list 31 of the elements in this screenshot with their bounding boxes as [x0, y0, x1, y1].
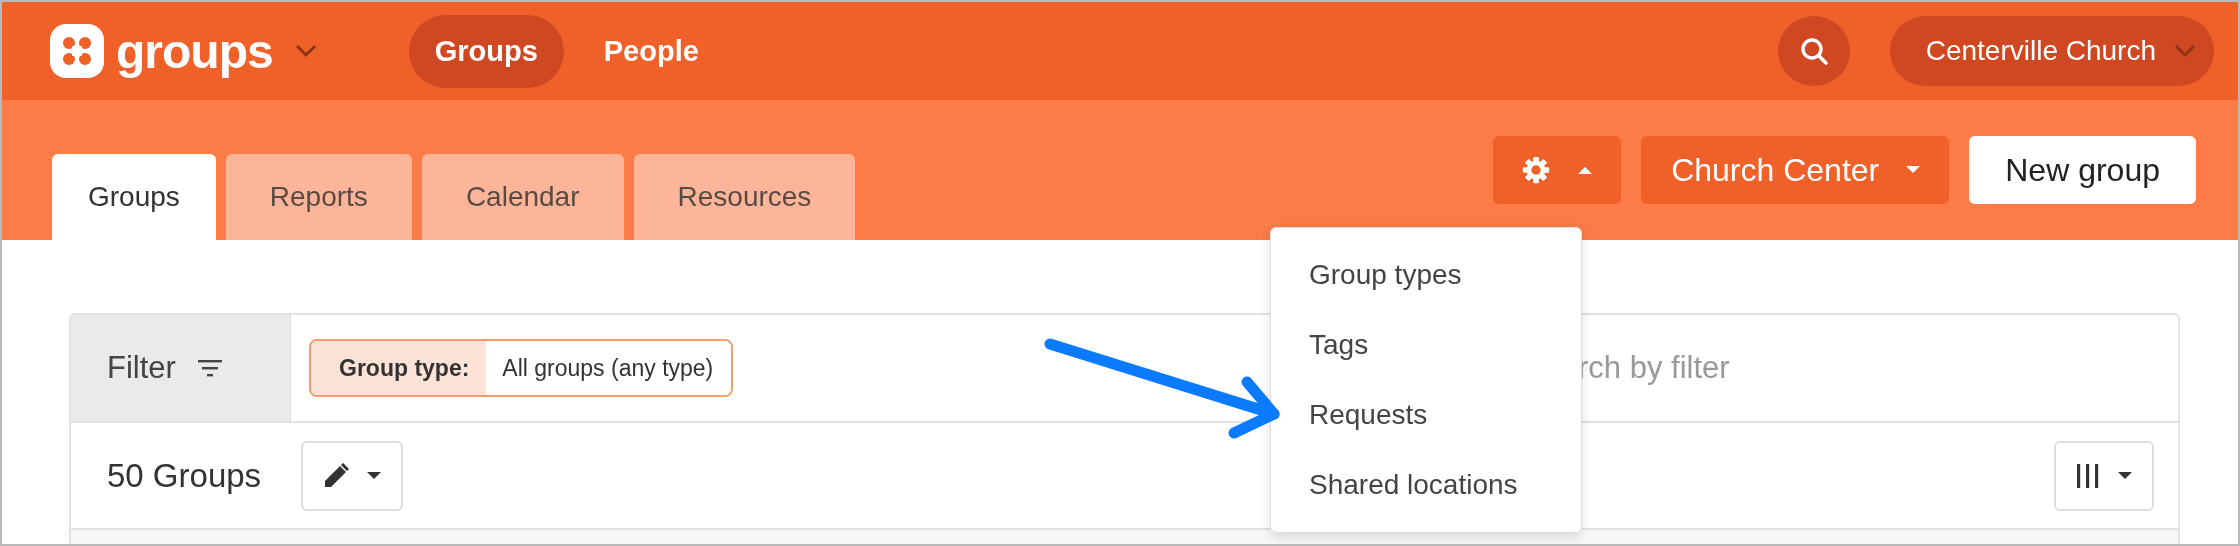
chevron-down-icon[interactable]: [294, 44, 317, 58]
caret-down-icon: [2118, 471, 2132, 480]
logo-icon: [50, 24, 104, 78]
menu-item[interactable]: Shared locations: [1271, 450, 1581, 520]
nav-link[interactable]: Groups: [408, 14, 564, 88]
pencil-icon: [323, 462, 350, 489]
chip-label: Group type:: [311, 341, 487, 395]
caret-down-icon: [367, 471, 382, 480]
filter-icon: [197, 359, 222, 377]
menu-item[interactable]: Requests: [1271, 380, 1581, 450]
tab[interactable]: Reports: [225, 154, 412, 240]
group-count: 50 Groups: [107, 456, 262, 495]
tab[interactable]: Calendar: [421, 154, 624, 240]
search-icon: [1798, 36, 1829, 66]
menu-item[interactable]: Group types: [1271, 240, 1581, 310]
caret-down-icon: [1905, 165, 1922, 175]
new-group-button[interactable]: New group: [1969, 136, 2196, 204]
menu-item[interactable]: Tags: [1271, 310, 1581, 380]
tab[interactable]: Groups: [52, 154, 216, 240]
chevron-down-icon: [2174, 44, 2196, 58]
app-name: groups: [116, 23, 273, 79]
organization-button[interactable]: Centerville Church: [1889, 16, 2214, 86]
filter-button[interactable]: Filter: [71, 315, 291, 421]
filter-chip[interactable]: Group type: All groups (any type): [309, 339, 734, 397]
tab[interactable]: Resources: [633, 154, 856, 240]
caret-icon: [1577, 165, 1594, 175]
columns-button[interactable]: [2054, 440, 2154, 511]
columns-icon: [2076, 462, 2100, 489]
gear-icon: [1521, 155, 1552, 185]
edit-button[interactable]: [301, 440, 404, 511]
settings-button[interactable]: [1493, 136, 1622, 204]
